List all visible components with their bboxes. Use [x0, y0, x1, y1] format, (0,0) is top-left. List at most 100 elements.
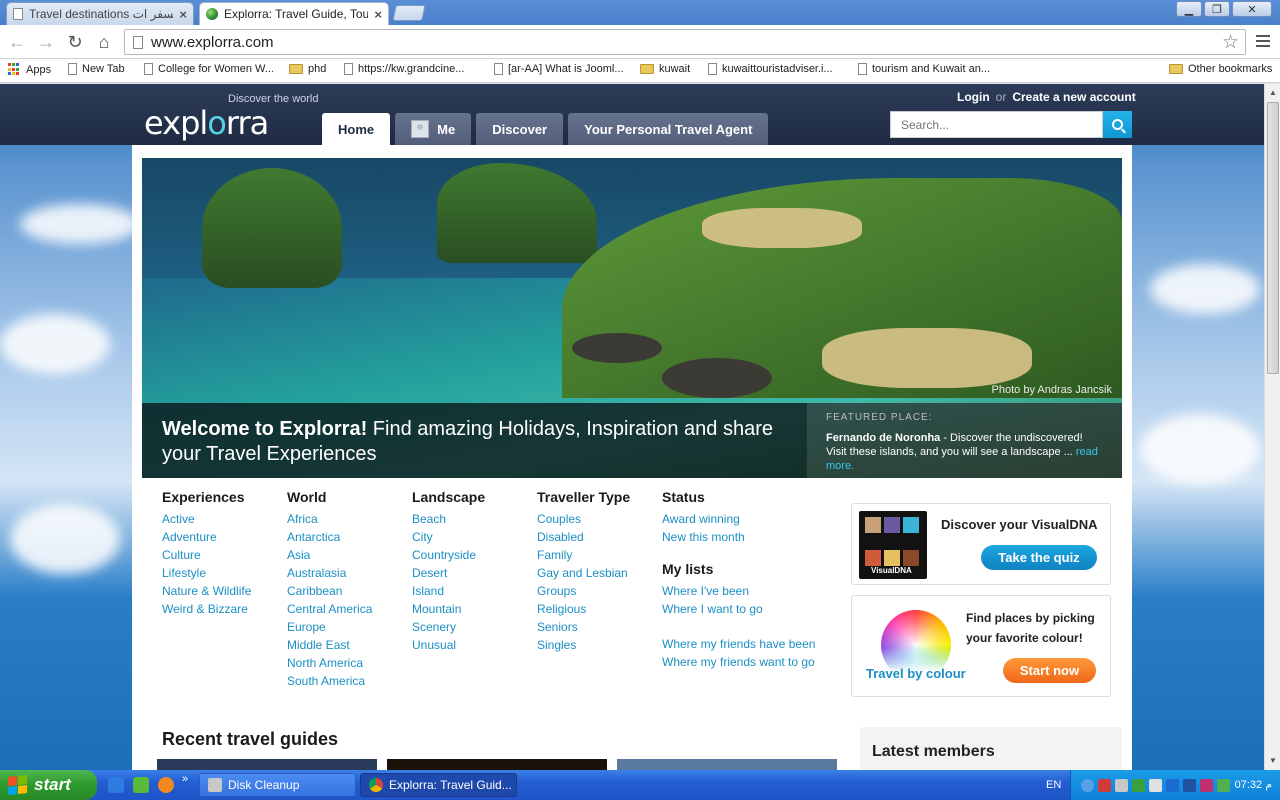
featured-place-name[interactable]: Fernando de Noronha: [826, 432, 940, 444]
create-account-link[interactable]: Create a new account: [1012, 90, 1135, 104]
bookmark-kuwaittouristadviser[interactable]: kuwaittouristadviser.i...: [708, 63, 833, 75]
close-icon[interactable]: ×: [179, 7, 187, 22]
category-link[interactable]: Religious: [537, 600, 662, 618]
category-link[interactable]: South America: [287, 672, 412, 690]
new-tab-button[interactable]: [392, 5, 426, 21]
category-link[interactable]: Nature & Wildlife: [162, 582, 287, 600]
my-list-link[interactable]: Where I've been: [662, 582, 832, 600]
scroll-down-arrow-icon[interactable]: ▼: [1267, 755, 1279, 767]
home-icon[interactable]: ⌂: [93, 32, 115, 52]
category-link[interactable]: Adventure: [162, 528, 287, 546]
bookmark-new-tab[interactable]: New Tab: [68, 63, 125, 75]
category-link[interactable]: Singles: [537, 636, 662, 654]
travel-by-colour-label[interactable]: Travel by colour: [866, 666, 966, 681]
category-link[interactable]: Family: [537, 546, 662, 564]
language-indicator[interactable]: EN: [1046, 779, 1061, 791]
category-link[interactable]: Couples: [537, 510, 662, 528]
category-link[interactable]: Lifestyle: [162, 564, 287, 582]
status-link[interactable]: New this month: [662, 528, 832, 546]
guide-thumbnail[interactable]: [387, 759, 607, 770]
my-list-link[interactable]: Where my friends want to go: [662, 653, 832, 671]
browser-tab-travel-destinations[interactable]: Travel destinations السفر ات ×: [6, 2, 194, 25]
category-link[interactable]: Gay and Lesbian: [537, 564, 662, 582]
address-bar[interactable]: www.explorra.com ☆: [124, 29, 1246, 55]
bookmark-joomla[interactable]: [ar-AA] What is Jooml...: [494, 63, 624, 75]
back-arrow-icon[interactable]: ←: [6, 32, 28, 52]
nav-tab-travel-agent[interactable]: Your Personal Travel Agent: [568, 113, 769, 145]
category-link[interactable]: Seniors: [537, 618, 662, 636]
bookmark-other[interactable]: Other bookmarks: [1169, 63, 1272, 75]
bookmark-college[interactable]: College for Women W...: [144, 63, 274, 75]
status-link[interactable]: Award winning: [662, 510, 832, 528]
bookmark-tourism-kuwait[interactable]: tourism and Kuwait an...: [858, 63, 990, 75]
category-link[interactable]: Desert: [412, 564, 537, 582]
category-link[interactable]: Asia: [287, 546, 412, 564]
reload-icon[interactable]: ↻: [64, 32, 86, 52]
tray-monitor-icon[interactable]: [1166, 778, 1179, 792]
tray-network-icon[interactable]: [1115, 778, 1128, 792]
tray-app-icon[interactable]: [1200, 778, 1213, 792]
bookmark-star-icon[interactable]: ☆: [1222, 31, 1239, 54]
my-list-link[interactable]: Where my friends have been: [662, 635, 832, 653]
tray-volume-icon[interactable]: [1149, 778, 1162, 792]
messenger-icon[interactable]: [133, 777, 149, 793]
scroll-up-arrow-icon[interactable]: ▲: [1267, 87, 1279, 99]
category-link[interactable]: Weird & Bizzare: [162, 600, 287, 618]
ie-icon[interactable]: [108, 777, 124, 793]
nav-tab-me[interactable]: Me: [395, 113, 472, 145]
tray-collapse-icon[interactable]: [1081, 778, 1094, 792]
category-link[interactable]: Beach: [412, 510, 537, 528]
category-link[interactable]: Culture: [162, 546, 287, 564]
tray-bluetooth-icon[interactable]: [1183, 778, 1196, 792]
guide-thumbnail[interactable]: [617, 759, 837, 770]
login-link[interactable]: Login: [957, 90, 990, 104]
category-link[interactable]: Caribbean: [287, 582, 412, 600]
search-input[interactable]: [890, 111, 1103, 138]
tray-security-icon[interactable]: [1217, 778, 1230, 792]
tray-update-icon[interactable]: [1132, 778, 1145, 792]
bookmark-grandcine[interactable]: https://kw.grandcine...: [344, 63, 464, 75]
hero-banner[interactable]: Photo by Andras Jancsik Welcome to Explo…: [142, 158, 1122, 478]
category-link[interactable]: Antarctica: [287, 528, 412, 546]
media-icon[interactable]: [158, 777, 174, 793]
category-link[interactable]: Europe: [287, 618, 412, 636]
quick-launch-more-icon[interactable]: »: [182, 773, 188, 785]
category-link[interactable]: Africa: [287, 510, 412, 528]
category-link[interactable]: Unusual: [412, 636, 537, 654]
category-link[interactable]: Island: [412, 582, 537, 600]
scrollbar-thumb[interactable]: [1267, 102, 1279, 374]
category-link[interactable]: Active: [162, 510, 287, 528]
restore-button[interactable]: ❐: [1204, 1, 1230, 17]
taskbar-item-disk-cleanup[interactable]: Disk Cleanup: [199, 773, 356, 797]
bookmark-apps[interactable]: Apps: [8, 63, 51, 76]
category-link[interactable]: Scenery: [412, 618, 537, 636]
tray-antivirus-icon[interactable]: [1098, 778, 1111, 792]
category-link[interactable]: Mountain: [412, 600, 537, 618]
explorra-logo[interactable]: explorra: [144, 104, 269, 142]
category-link[interactable]: Disabled: [537, 528, 662, 546]
start-now-button[interactable]: Start now: [1003, 658, 1096, 683]
bookmark-kuwait[interactable]: kuwait: [640, 63, 690, 75]
browser-tab-explorra[interactable]: Explorra: Travel Guide, Touri ×: [199, 2, 389, 25]
my-list-link[interactable]: Where I want to go: [662, 600, 832, 618]
category-link[interactable]: Groups: [537, 582, 662, 600]
window-close-button[interactable]: ✕: [1232, 1, 1272, 17]
minimize-button[interactable]: ▁: [1176, 1, 1202, 17]
nav-tab-home[interactable]: Home: [322, 113, 391, 145]
bookmark-phd[interactable]: phd: [289, 63, 326, 75]
category-link[interactable]: North America: [287, 654, 412, 672]
category-link[interactable]: Australasia: [287, 564, 412, 582]
taskbar-item-explorra[interactable]: Explorra: Travel Guid...: [360, 773, 517, 797]
forward-arrow-icon[interactable]: →: [35, 32, 57, 52]
nav-tab-discover[interactable]: Discover: [476, 113, 564, 145]
chrome-menu-icon[interactable]: [1256, 35, 1270, 47]
category-link[interactable]: Middle East: [287, 636, 412, 654]
close-icon[interactable]: ×: [374, 7, 382, 22]
start-button[interactable]: start: [0, 770, 97, 800]
search-button[interactable]: [1103, 111, 1132, 138]
take-quiz-button[interactable]: Take the quiz: [981, 545, 1097, 570]
category-link[interactable]: Countryside: [412, 546, 537, 564]
page-scrollbar[interactable]: ▲ ▼: [1264, 84, 1280, 770]
category-link[interactable]: City: [412, 528, 537, 546]
category-link[interactable]: Central America: [287, 600, 412, 618]
